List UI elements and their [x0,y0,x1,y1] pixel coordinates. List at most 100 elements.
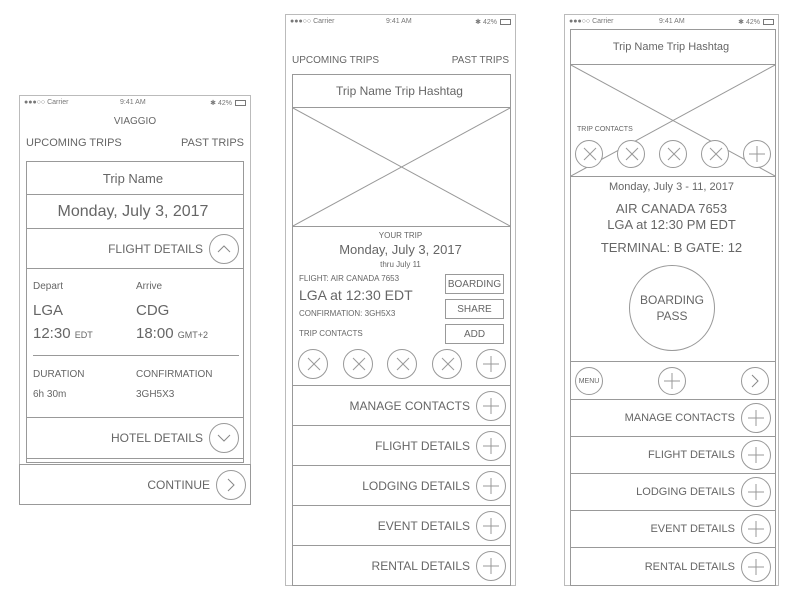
row-label: LODGING DETAILS [362,478,470,493]
trip-date: Monday, July 3, 2017 [26,194,244,229]
hotel-details-toggle[interactable]: HOTEL DETAILS [26,417,244,459]
row-label: RENTAL DETAILS [371,558,470,573]
plus-icon[interactable] [476,510,506,541]
flight-number: FLIGHT: AIR CANADA 7653 [299,274,400,283]
row-label: RENTAL DETAILS [644,560,735,573]
duration-label: DURATION [33,369,85,380]
contact-avatar-placeholder-icon[interactable] [342,349,373,379]
manage-contacts-row[interactable]: MANAGE CONTACTS [292,385,511,426]
trip-image-placeholder [292,107,511,227]
manage-contacts-row[interactable]: MANAGE CONTACTS [570,399,776,437]
trip-contacts-label: TRIP CONTACTS [299,329,363,338]
chevron-right-icon[interactable] [741,367,769,395]
depart-label: Depart [33,281,64,292]
row-label: MANAGE CONTACTS [349,398,470,413]
row-label: FLIGHT DETAILS [647,449,735,461]
battery: ✱ 42% [738,19,760,26]
contact-avatar-placeholder-icon[interactable] [387,349,417,379]
boarding-pass-button[interactable]: BOARDING PASS [629,265,715,351]
tab-past-trips[interactable]: PAST TRIPS [181,137,244,149]
share-button[interactable]: SHARE [445,299,504,319]
add-button[interactable]: ADD [445,324,504,344]
lodging-details-row[interactable]: LODGING DETAILS [292,465,511,506]
phone-screen-boarding: ●●●○○ Carrier 9:41 AM ✱ 42% Trip Name Tr… [564,14,779,586]
trip-header: Trip Name Trip Hashtag [292,74,511,108]
chevron-right-icon[interactable] [216,469,246,500]
phone-screen-flight-summary: ●●●○○ Carrier 9:41 AM ✱ 42% VIAGGIO UPCO… [19,95,251,505]
tab-past-trips[interactable]: PAST TRIPS [452,55,509,66]
hotel-details-label: HOTEL DETAILS [110,431,203,445]
plus-icon[interactable] [741,477,771,507]
battery-icon [235,100,246,106]
trip-dates: Monday, July 3 - 11, 2017 [609,181,734,193]
continue-button[interactable]: CONTINUE [19,464,251,505]
tab-upcoming-trips[interactable]: UPCOMING TRIPS [26,137,122,149]
flight-details-row[interactable]: FLIGHT DETAILS [292,425,511,466]
row-label: MANAGE CONTACTS [624,412,735,424]
row-label: EVENT DETAILS [650,523,735,535]
trip-contacts-label: TRIP CONTACTS [577,126,633,133]
carrier: ●●●○○ Carrier [290,18,335,25]
departure-info: LGA at 12:30 PM EDT [607,217,736,232]
contact-avatar-placeholder-icon[interactable] [659,140,687,168]
event-details-row[interactable]: EVENT DETAILS [292,505,511,546]
plus-icon[interactable] [476,390,506,421]
confirmation-value: 3GH5X3 [136,389,175,400]
contact-avatar-placeholder-icon[interactable] [575,140,603,168]
arrive-time: 18:00 GMT+2 [136,325,208,342]
contact-avatar-placeholder-icon[interactable] [431,349,462,379]
row-label: LODGING DETAILS [636,486,735,498]
carrier: ●●●○○ Carrier [24,99,69,106]
status-bar: ●●●○○ Carrier 9:41 AM ✱ 42% [20,99,250,111]
depart-time: 12:30 EDT [33,325,93,342]
confirmation-label: CONFIRMATION [136,369,213,380]
arrive-airport: CDG [136,302,170,319]
duration-value: 6h 30m [33,389,67,400]
divider [33,355,239,356]
plus-icon[interactable] [476,550,506,581]
trip-end-date: thru July 11 [380,260,421,269]
your-trip-label: YOUR TRIP [378,231,423,240]
flight-details-toggle[interactable]: FLIGHT DETAILS [26,228,244,269]
rental-details-row[interactable]: RENTAL DETAILS [570,547,776,586]
plus-icon[interactable] [741,514,771,544]
menu-button[interactable]: MENU [575,367,603,395]
tab-upcoming-trips[interactable]: UPCOMING TRIPS [292,55,379,66]
contact-avatar-placeholder-icon[interactable] [701,140,729,168]
plus-icon[interactable] [476,470,506,501]
plus-icon[interactable] [741,403,771,433]
event-details-row[interactable]: EVENT DETAILS [570,510,776,548]
battery-icon [500,19,511,25]
contact-avatar-placeholder-icon[interactable] [298,349,328,379]
boarding-pass-label: PASS [656,309,688,323]
trip-name: Trip Name [26,161,244,195]
chevron-down-icon[interactable] [209,423,239,453]
trip-header: Trip Name Trip Hashtag [570,29,776,65]
add-contact-plus-icon[interactable] [476,349,506,379]
clock: 9:41 AM [386,18,412,25]
flight-details-label: FLIGHT DETAILS [108,241,203,256]
plus-icon[interactable] [476,430,506,461]
add-plus-icon[interactable] [658,367,686,395]
chevron-up-icon[interactable] [209,233,239,264]
plus-icon[interactable] [741,551,771,582]
add-contact-plus-icon[interactable] [743,140,771,168]
battery-icon [763,19,774,25]
depart-airport: LGA [33,302,64,319]
carrier: ●●●○○ Carrier [569,18,614,25]
boarding-pass-label: BOARDING [639,293,704,307]
boarding-button[interactable]: BOARDING [445,274,504,294]
contacts-row [575,140,771,168]
plus-icon[interactable] [741,440,771,470]
row-label: FLIGHT DETAILS [375,438,470,453]
rental-details-row[interactable]: RENTAL DETAILS [292,545,511,586]
trip-date: Monday, July 3, 2017 [339,242,462,257]
app-title: VIAGGIO [113,116,157,127]
confirmation: CONFIRMATION: 3GH5X3 [299,309,396,318]
battery: ✱ 42% [475,19,497,26]
continue-label: CONTINUE [147,477,210,492]
flight-details-row[interactable]: FLIGHT DETAILS [570,436,776,474]
lodging-details-row[interactable]: LODGING DETAILS [570,473,776,511]
contact-avatar-placeholder-icon[interactable] [617,140,645,168]
flight-number: AIR CANADA 7653 [615,201,728,216]
